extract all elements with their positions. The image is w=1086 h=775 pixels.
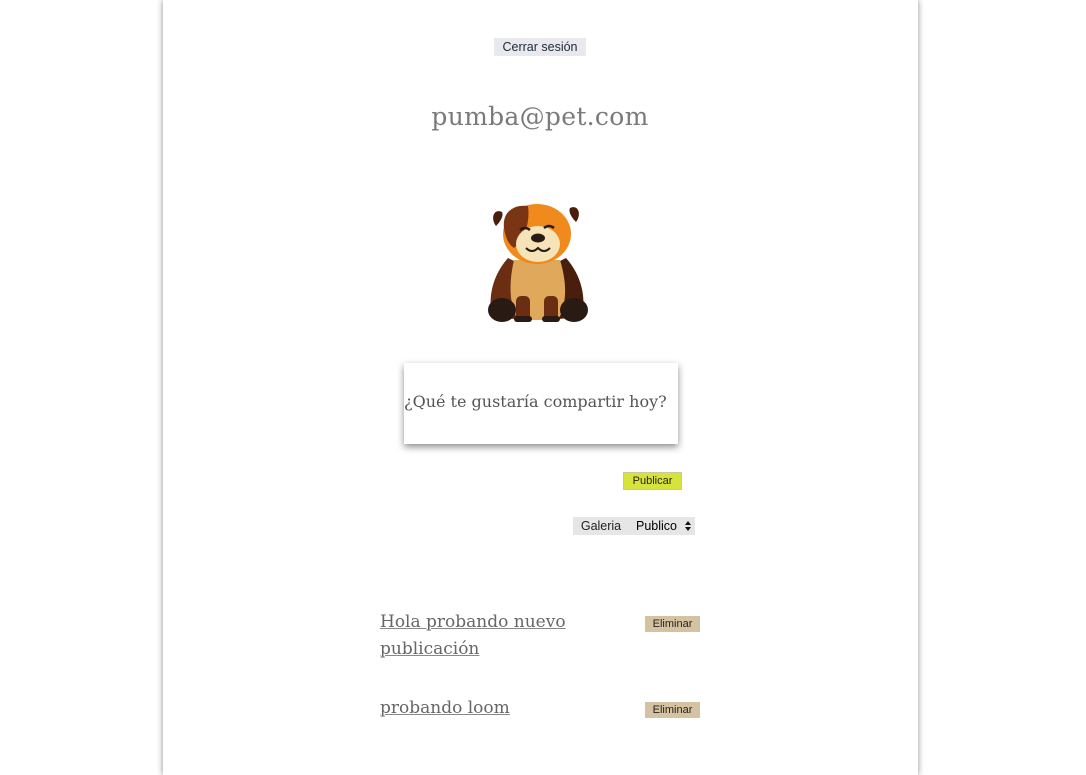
- visibility-select[interactable]: Publico: [629, 517, 695, 535]
- user-email: pumba@pet.com: [431, 102, 649, 131]
- post-text[interactable]: Hola probando nuevo publicación: [380, 609, 580, 663]
- delete-post-button[interactable]: Eliminar: [645, 702, 700, 718]
- visibility-selected-value: Publico: [636, 519, 677, 533]
- delete-post-button[interactable]: Eliminar: [645, 616, 700, 632]
- select-arrows-icon: [685, 521, 691, 531]
- gallery-button[interactable]: Galeria: [573, 517, 629, 535]
- post-composer-input[interactable]: [404, 363, 678, 444]
- publish-button[interactable]: Publicar: [623, 472, 682, 490]
- bulldog-avatar-icon: [478, 198, 596, 326]
- logout-button[interactable]: Cerrar sesión: [494, 38, 586, 56]
- post-text[interactable]: probando loom: [380, 695, 580, 722]
